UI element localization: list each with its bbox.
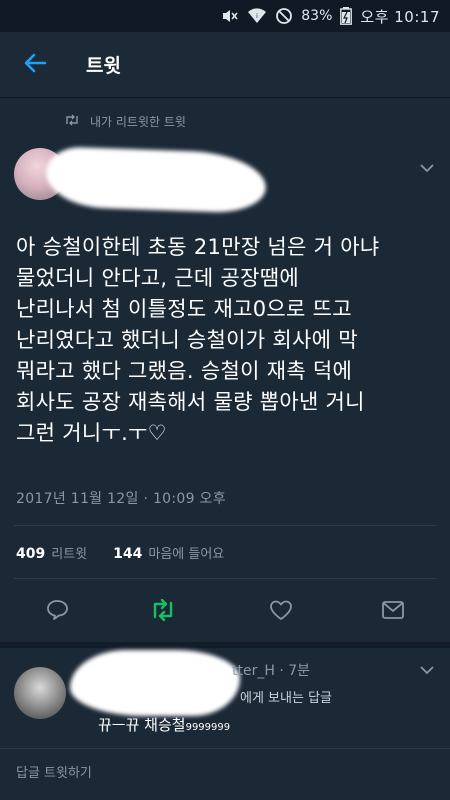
clock: 오후 10:17 xyxy=(360,7,440,26)
reply-author-redacted xyxy=(70,650,240,716)
heart-icon xyxy=(269,599,293,625)
battery-percent: 83% xyxy=(301,8,333,24)
direct-message-button[interactable] xyxy=(373,592,413,632)
like-count[interactable]: 144 xyxy=(113,546,142,562)
divider xyxy=(14,525,436,526)
retweet-icon xyxy=(64,114,80,129)
like-button[interactable] xyxy=(261,592,301,632)
reply-to-label: 에게 보내는 답글 xyxy=(240,691,332,706)
tweet-stats: 409 리트윗 144 마음에 들어요 xyxy=(16,543,224,562)
reply-text-tail: 9999999 xyxy=(185,722,231,733)
retweet-count[interactable]: 409 xyxy=(16,546,45,562)
back-button[interactable] xyxy=(0,32,70,98)
retweet-count-label[interactable]: 리트윗 xyxy=(51,543,87,562)
reply-handle[interactable]: tter_H · 7분 xyxy=(232,660,310,680)
reply-text-main: 뀨ㅡ뀨 채승철 xyxy=(98,716,186,734)
status-bar: i 83% 오후 10:17 xyxy=(0,0,450,32)
mute-icon xyxy=(221,8,239,24)
retweet-button[interactable] xyxy=(143,592,183,632)
divider xyxy=(14,578,436,579)
reply-icon xyxy=(45,599,69,625)
author-name-redacted xyxy=(45,146,267,214)
retweet-context-label: 내가 리트윗한 트윗 xyxy=(90,115,186,129)
like-count-label[interactable]: 마음에 들어요 xyxy=(148,543,224,562)
app-bar: 트윗 xyxy=(0,32,450,98)
tweet-text: 아 승철이한테 초동 21만장 넘은 거 아냐 물었더니 안다고, 근데 공장땜… xyxy=(16,235,380,445)
reply-avatar[interactable] xyxy=(14,667,66,719)
chevron-down-icon[interactable] xyxy=(419,660,435,679)
page-title: 트윗 xyxy=(86,55,121,77)
chevron-down-icon[interactable] xyxy=(419,158,435,177)
reply-compose-input[interactable]: 답글 트윗하기 xyxy=(16,762,92,781)
direct-message-icon xyxy=(381,600,405,624)
tweet-timestamp: 2017년 11월 12일 · 10:09 오후 xyxy=(16,491,226,507)
section-separator xyxy=(0,642,450,648)
battery-charging-icon xyxy=(340,7,353,25)
wifi-icon: i xyxy=(247,8,267,24)
reply-button[interactable] xyxy=(37,592,77,632)
compose-divider xyxy=(0,748,450,749)
back-arrow-icon xyxy=(23,53,47,77)
retweet-context: 내가 리트윗한 트윗 xyxy=(64,113,186,130)
tweet-actions xyxy=(0,592,450,632)
do-not-disturb-icon xyxy=(275,7,293,25)
retweet-icon xyxy=(149,598,177,625)
reply-text: 뀨ㅡ뀨 채승철9999999 xyxy=(98,714,230,735)
